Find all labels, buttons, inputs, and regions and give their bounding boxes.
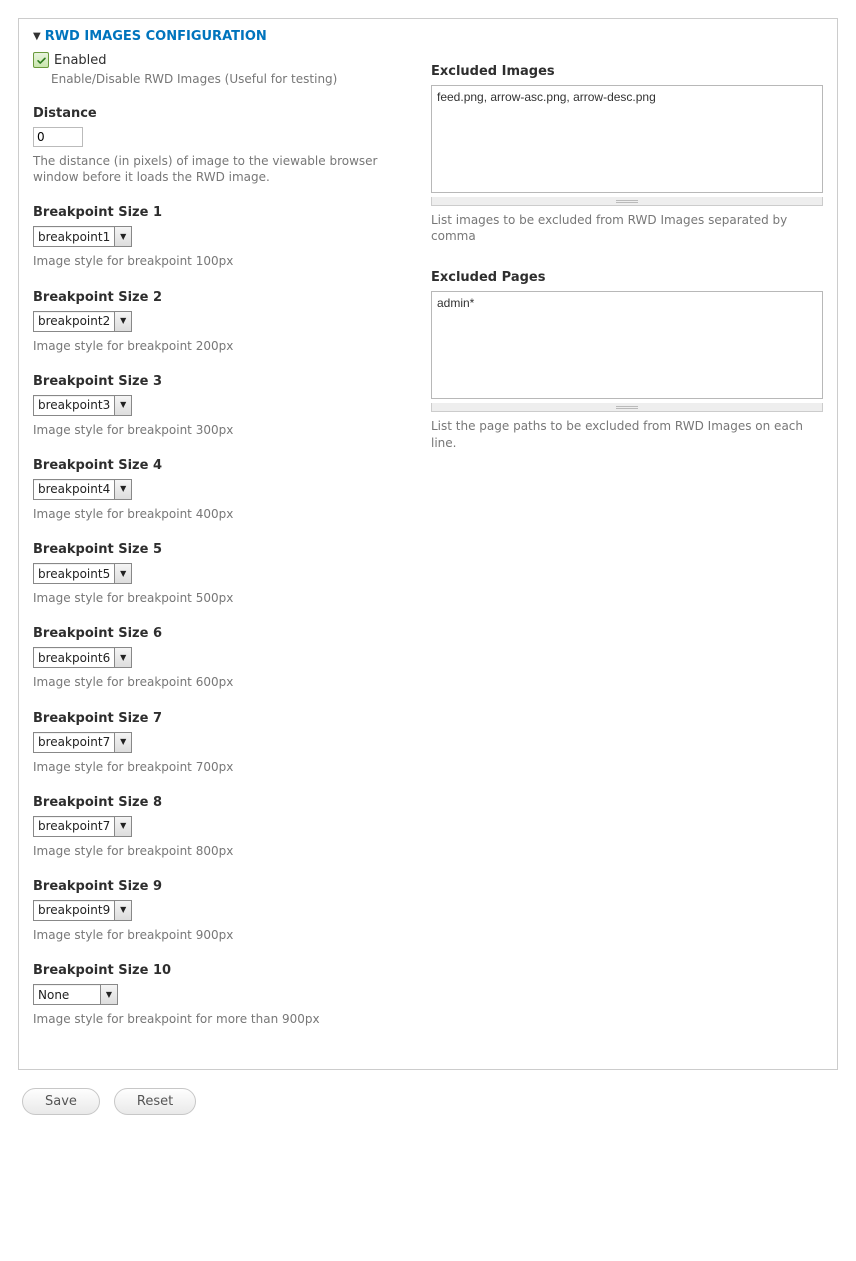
chevron-down-icon: ▼ bbox=[100, 985, 117, 1004]
breakpoint-10-select[interactable]: None ▼ bbox=[33, 984, 118, 1005]
breakpoint-1-select[interactable]: breakpoint1 ▼ bbox=[33, 226, 132, 247]
chevron-down-icon: ▼ bbox=[114, 312, 131, 331]
breakpoint-1-field: Breakpoint Size 1 breakpoint1 ▼ Image st… bbox=[33, 205, 403, 269]
select-value: breakpoint6 bbox=[38, 652, 114, 664]
breakpoint-description: Image style for breakpoint 500px bbox=[33, 590, 403, 606]
chevron-down-icon: ▼ bbox=[114, 901, 131, 920]
save-button[interactable]: Save bbox=[22, 1088, 100, 1115]
distance-field: Distance The distance (in pixels) of ima… bbox=[33, 106, 403, 185]
panel-legend[interactable]: ▼ RWD IMAGES CONFIGURATION bbox=[33, 29, 823, 44]
select-value: breakpoint4 bbox=[38, 483, 114, 495]
breakpoint-label: Breakpoint Size 2 bbox=[33, 290, 403, 305]
enabled-label: Enabled bbox=[54, 53, 107, 68]
excluded-pages-description: List the page paths to be excluded from … bbox=[431, 418, 823, 450]
excluded-images-field: Excluded Images List images to be exclud… bbox=[431, 64, 823, 244]
breakpoint-label: Breakpoint Size 1 bbox=[33, 205, 403, 220]
chevron-down-icon: ▼ bbox=[114, 817, 131, 836]
select-value: breakpoint7 bbox=[38, 736, 114, 748]
panel-title: RWD IMAGES CONFIGURATION bbox=[45, 29, 267, 44]
breakpoint-description: Image style for breakpoint 100px bbox=[33, 253, 403, 269]
textarea-resize-handle[interactable] bbox=[431, 403, 823, 412]
breakpoint-label: Breakpoint Size 6 bbox=[33, 626, 403, 641]
grip-icon bbox=[616, 200, 638, 203]
breakpoint-7-select[interactable]: breakpoint7 ▼ bbox=[33, 732, 132, 753]
excluded-images-textarea[interactable] bbox=[431, 85, 823, 193]
excluded-pages-field: Excluded Pages List the page paths to be… bbox=[431, 270, 823, 450]
distance-input[interactable] bbox=[33, 127, 83, 147]
excluded-pages-textarea[interactable] bbox=[431, 291, 823, 399]
breakpoint-label: Breakpoint Size 4 bbox=[33, 458, 403, 473]
breakpoint-description: Image style for breakpoint 200px bbox=[33, 338, 403, 354]
breakpoint-description: Image style for breakpoint 700px bbox=[33, 759, 403, 775]
breakpoint-5-field: Breakpoint Size 5 breakpoint5 ▼ Image st… bbox=[33, 542, 403, 606]
breakpoint-label: Breakpoint Size 9 bbox=[33, 879, 403, 894]
select-value: breakpoint1 bbox=[38, 231, 114, 243]
breakpoint-description: Image style for breakpoint 600px bbox=[33, 674, 403, 690]
chevron-down-icon: ▼ bbox=[114, 480, 131, 499]
excluded-images-description: List images to be excluded from RWD Imag… bbox=[431, 212, 823, 244]
excluded-images-label: Excluded Images bbox=[431, 64, 823, 79]
breakpoint-label: Breakpoint Size 3 bbox=[33, 374, 403, 389]
chevron-down-icon: ▼ bbox=[114, 648, 131, 667]
breakpoint-5-select[interactable]: breakpoint5 ▼ bbox=[33, 563, 132, 584]
breakpoint-9-field: Breakpoint Size 9 breakpoint9 ▼ Image st… bbox=[33, 879, 403, 943]
breakpoint-9-select[interactable]: breakpoint9 ▼ bbox=[33, 900, 132, 921]
select-value: breakpoint7 bbox=[38, 820, 114, 832]
check-icon bbox=[36, 55, 47, 66]
chevron-down-icon: ▼ bbox=[114, 733, 131, 752]
enabled-checkbox[interactable] bbox=[33, 52, 49, 68]
breakpoint-label: Breakpoint Size 5 bbox=[33, 542, 403, 557]
breakpoint-8-field: Breakpoint Size 8 breakpoint7 ▼ Image st… bbox=[33, 795, 403, 859]
breakpoint-2-field: Breakpoint Size 2 breakpoint2 ▼ Image st… bbox=[33, 290, 403, 354]
breakpoint-4-field: Breakpoint Size 4 breakpoint4 ▼ Image st… bbox=[33, 458, 403, 522]
breakpoint-label: Breakpoint Size 10 bbox=[33, 963, 403, 978]
excluded-pages-label: Excluded Pages bbox=[431, 270, 823, 285]
select-value: breakpoint2 bbox=[38, 315, 114, 327]
breakpoint-3-field: Breakpoint Size 3 breakpoint3 ▼ Image st… bbox=[33, 374, 403, 438]
distance-label: Distance bbox=[33, 106, 403, 121]
breakpoint-label: Breakpoint Size 7 bbox=[33, 711, 403, 726]
collapse-toggle-icon[interactable]: ▼ bbox=[33, 32, 41, 42]
rwd-config-panel: ▼ RWD IMAGES CONFIGURATION Enabled Enabl… bbox=[18, 18, 838, 1070]
select-value: breakpoint9 bbox=[38, 904, 114, 916]
enabled-description: Enable/Disable RWD Images (Useful for te… bbox=[51, 72, 403, 86]
breakpoint-10-field: Breakpoint Size 10 None ▼ Image style fo… bbox=[33, 963, 403, 1027]
reset-button[interactable]: Reset bbox=[114, 1088, 196, 1115]
breakpoint-description: Image style for breakpoint 800px bbox=[33, 843, 403, 859]
breakpoint-7-field: Breakpoint Size 7 breakpoint7 ▼ Image st… bbox=[33, 711, 403, 775]
breakpoint-4-select[interactable]: breakpoint4 ▼ bbox=[33, 479, 132, 500]
chevron-down-icon: ▼ bbox=[114, 227, 131, 246]
distance-description: The distance (in pixels) of image to the… bbox=[33, 153, 403, 185]
breakpoint-description: Image style for breakpoint 400px bbox=[33, 506, 403, 522]
breakpoint-label: Breakpoint Size 8 bbox=[33, 795, 403, 810]
select-value: None bbox=[38, 989, 100, 1001]
breakpoint-6-select[interactable]: breakpoint6 ▼ bbox=[33, 647, 132, 668]
breakpoint-description: Image style for breakpoint 300px bbox=[33, 422, 403, 438]
breakpoint-6-field: Breakpoint Size 6 breakpoint6 ▼ Image st… bbox=[33, 626, 403, 690]
enabled-field: Enabled Enable/Disable RWD Images (Usefu… bbox=[33, 52, 403, 86]
textarea-resize-handle[interactable] bbox=[431, 197, 823, 206]
breakpoint-description: Image style for breakpoint 900px bbox=[33, 927, 403, 943]
form-actions: Save Reset bbox=[22, 1088, 856, 1115]
breakpoint-3-select[interactable]: breakpoint3 ▼ bbox=[33, 395, 132, 416]
chevron-down-icon: ▼ bbox=[114, 396, 131, 415]
breakpoint-description: Image style for breakpoint for more than… bbox=[33, 1011, 403, 1027]
select-value: breakpoint3 bbox=[38, 399, 114, 411]
grip-icon bbox=[616, 406, 638, 409]
chevron-down-icon: ▼ bbox=[114, 564, 131, 583]
select-value: breakpoint5 bbox=[38, 568, 114, 580]
breakpoint-8-select[interactable]: breakpoint7 ▼ bbox=[33, 816, 132, 837]
breakpoint-2-select[interactable]: breakpoint2 ▼ bbox=[33, 311, 132, 332]
